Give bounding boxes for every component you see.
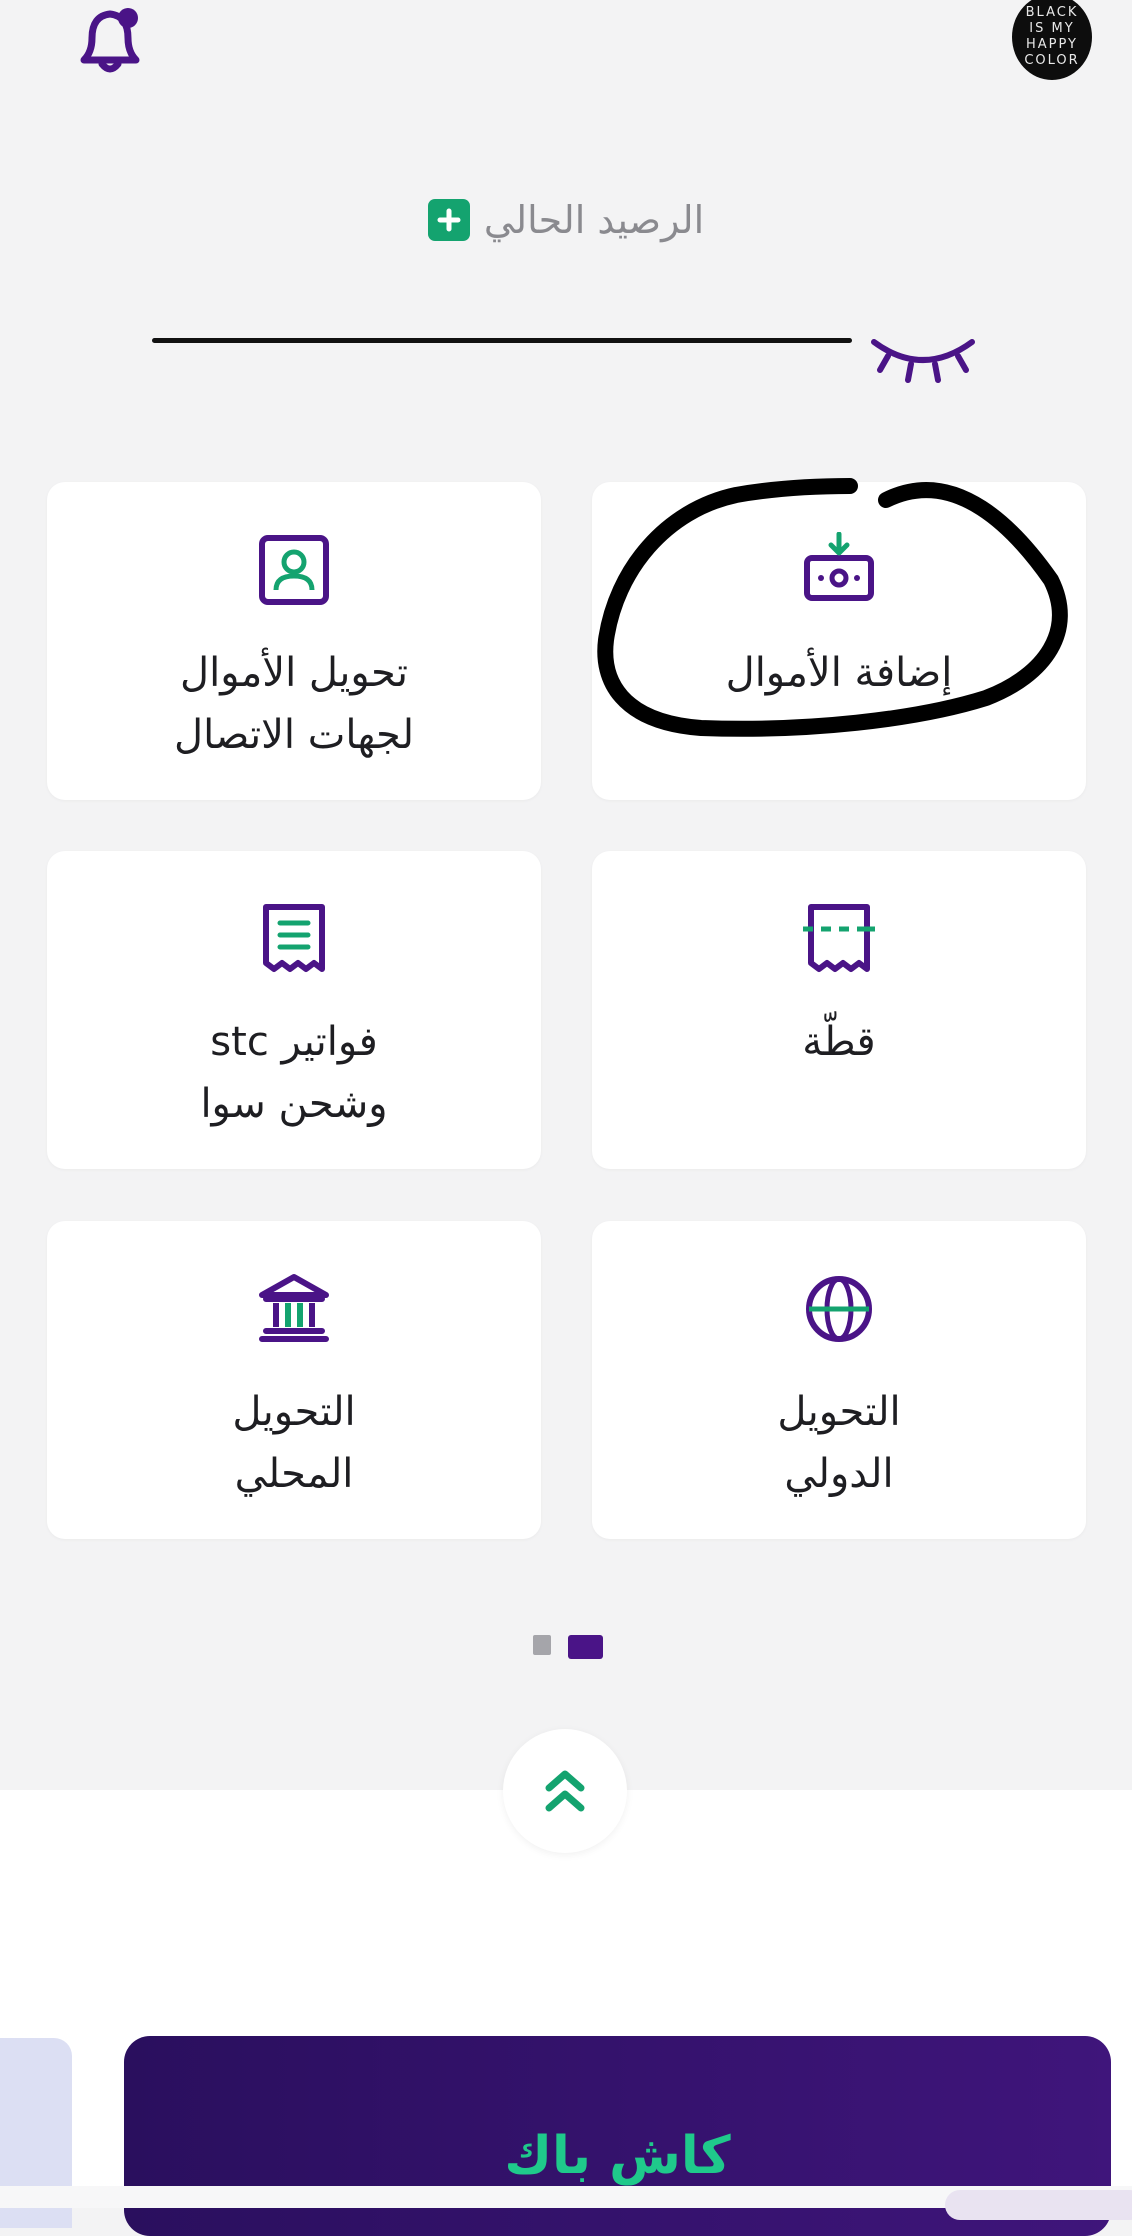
balance-header: الرصيد الحالي <box>0 190 1132 250</box>
add-balance-button[interactable] <box>427 199 470 241</box>
pager-dot-2-active[interactable] <box>568 1635 603 1659</box>
promo-title: كاش باك <box>504 2126 731 2186</box>
profile-avatar[interactable]: BLACK IS MY HAPPY COLOR <box>1012 0 1092 80</box>
service-label: التحويل الدولي <box>777 1389 901 1497</box>
globe-icon <box>806 1276 872 1342</box>
hidden-balance-mask <box>152 338 852 343</box>
service-label: تحويل الأموال لجهات الاتصال <box>174 650 414 758</box>
pager-dot-1[interactable] <box>533 1635 551 1655</box>
service-card-contacts-transfer[interactable]: تحويل الأموال لجهات الاتصال <box>47 482 541 800</box>
service-card-international-transfer[interactable]: التحويل الدولي <box>592 1221 1086 1539</box>
service-card-stc-bills[interactable]: فواتير stc وشحن سوا <box>47 851 541 1169</box>
service-label: قطّة <box>802 1019 876 1065</box>
balance-label: الرصيد الحالي <box>483 198 705 242</box>
contact-icon <box>259 535 329 605</box>
service-label: فواتير stc وشحن سوا <box>200 1019 388 1127</box>
service-card-split-bill[interactable]: قطّة <box>592 851 1086 1169</box>
avatar-text-2: IS MY <box>1029 21 1075 36</box>
service-label: إضافة الأموال <box>725 650 953 696</box>
add-money-icon <box>804 532 874 601</box>
closed-eye-icon[interactable] <box>868 326 978 396</box>
receipt-icon <box>263 904 325 972</box>
plus-icon <box>437 208 461 232</box>
expand-button[interactable] <box>503 1729 627 1853</box>
service-card-add-money[interactable]: إضافة الأموال <box>592 482 1086 800</box>
double-chevron-up-icon <box>545 1770 585 1812</box>
bank-icon <box>259 1274 329 1342</box>
avatar-text-3: HAPPY <box>1025 37 1078 52</box>
bell-icon[interactable] <box>70 0 150 80</box>
service-label: التحويل المحلي <box>232 1389 356 1497</box>
avatar-text-4: COLOR <box>1024 53 1080 68</box>
avatar-text-1: BLACK <box>1025 5 1079 20</box>
bottom-nav-pill[interactable] <box>945 2190 1132 2220</box>
split-bill-icon <box>803 904 875 972</box>
service-card-local-transfer[interactable]: التحويل المحلي <box>47 1221 541 1539</box>
